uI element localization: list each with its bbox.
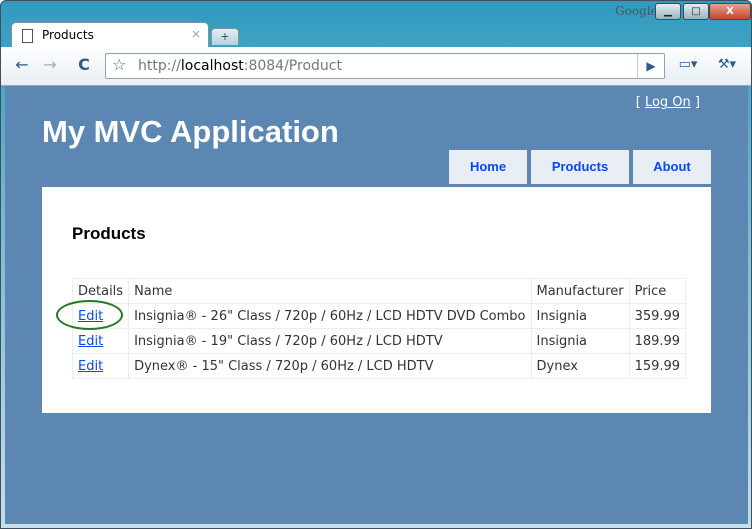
google-brand: Google xyxy=(615,4,658,18)
menu-item-about[interactable]: About xyxy=(633,150,711,184)
main-content: Products Details Name Manufacturer Price… xyxy=(42,187,711,413)
minimize-button[interactable]: ▁ xyxy=(655,3,681,20)
edit-link[interactable]: Edit xyxy=(78,359,103,374)
reload-icon[interactable]: C xyxy=(73,54,95,76)
page-viewport: [ Log On ] My MVC Application Home Produ… xyxy=(5,86,748,524)
address-bar[interactable]: ☆ http://localhost:8084/Product ▶ xyxy=(105,53,665,79)
edit-link[interactable]: Edit xyxy=(78,309,103,324)
url-text[interactable]: http://localhost:8084/Product xyxy=(138,58,342,74)
tab-products[interactable]: Products × xyxy=(11,22,209,48)
column-header-details: Details xyxy=(71,278,130,304)
table-header-row: Details Name Manufacturer Price xyxy=(71,278,687,304)
bookmark-star-icon[interactable]: ☆ xyxy=(112,55,126,74)
login-bracket-open: [ xyxy=(635,95,641,110)
product-manufacturer: Insignia xyxy=(530,328,630,354)
forward-icon[interactable]: → xyxy=(39,54,61,76)
products-table: Details Name Manufacturer Price Edit Ins… xyxy=(71,278,687,379)
product-name: Insignia® - 19" Class / 720p / 60Hz / LC… xyxy=(128,328,532,354)
back-icon[interactable]: ← xyxy=(11,54,33,76)
maximize-button[interactable]: □ xyxy=(683,3,709,20)
product-manufacturer: Insignia xyxy=(530,303,630,329)
title-bar: Google ▁ □ X Products × + xyxy=(1,1,751,48)
product-price: 359.99 xyxy=(628,303,687,329)
tab-title: Products xyxy=(42,28,94,42)
browser-toolbar: ← → C ☆ http://localhost:8084/Product ▶ … xyxy=(1,47,751,86)
login-bracket-close: ] xyxy=(694,95,700,110)
main-menu: Home Products About xyxy=(449,150,711,186)
table-row: Edit Insignia® - 26" Class / 720p / 60Hz… xyxy=(71,303,687,329)
log-on-link[interactable]: Log On xyxy=(645,95,691,110)
table-row: Edit Insignia® - 19" Class / 720p / 60Hz… xyxy=(71,328,687,354)
details-cell: Edit xyxy=(71,328,130,354)
new-tab-button[interactable]: + xyxy=(211,28,239,45)
close-window-button[interactable]: X xyxy=(709,3,751,20)
details-cell: Edit xyxy=(71,303,130,329)
column-header-manufacturer: Manufacturer xyxy=(530,278,630,304)
details-cell: Edit xyxy=(71,353,130,379)
menu-item-products[interactable]: Products xyxy=(531,150,629,184)
tab-close-icon[interactable]: × xyxy=(191,27,201,41)
product-price: 159.99 xyxy=(628,353,687,379)
product-price: 189.99 xyxy=(628,328,687,354)
wrench-menu-icon[interactable]: ⚒▾ xyxy=(711,54,743,76)
login-display: [ Log On ] xyxy=(636,95,700,110)
product-name: Insignia® - 26" Class / 720p / 60Hz / LC… xyxy=(128,303,532,329)
page-icon xyxy=(22,29,33,43)
app-title: My MVC Application xyxy=(42,114,339,149)
page-heading: Products xyxy=(72,224,146,243)
column-header-price: Price xyxy=(628,278,687,304)
page-menu-icon[interactable]: ▭▾ xyxy=(673,54,703,76)
go-icon[interactable]: ▶ xyxy=(637,54,664,78)
product-name: Dynex® - 15" Class / 720p / 60Hz / LCD H… xyxy=(128,353,532,379)
browser-window: Google ▁ □ X Products × + ← → C ☆ http:/… xyxy=(0,0,752,529)
menu-item-home[interactable]: Home xyxy=(449,150,527,184)
table-row: Edit Dynex® - 15" Class / 720p / 60Hz / … xyxy=(71,353,687,379)
edit-link[interactable]: Edit xyxy=(78,334,103,349)
product-manufacturer: Dynex xyxy=(530,353,630,379)
column-header-name: Name xyxy=(128,278,532,304)
